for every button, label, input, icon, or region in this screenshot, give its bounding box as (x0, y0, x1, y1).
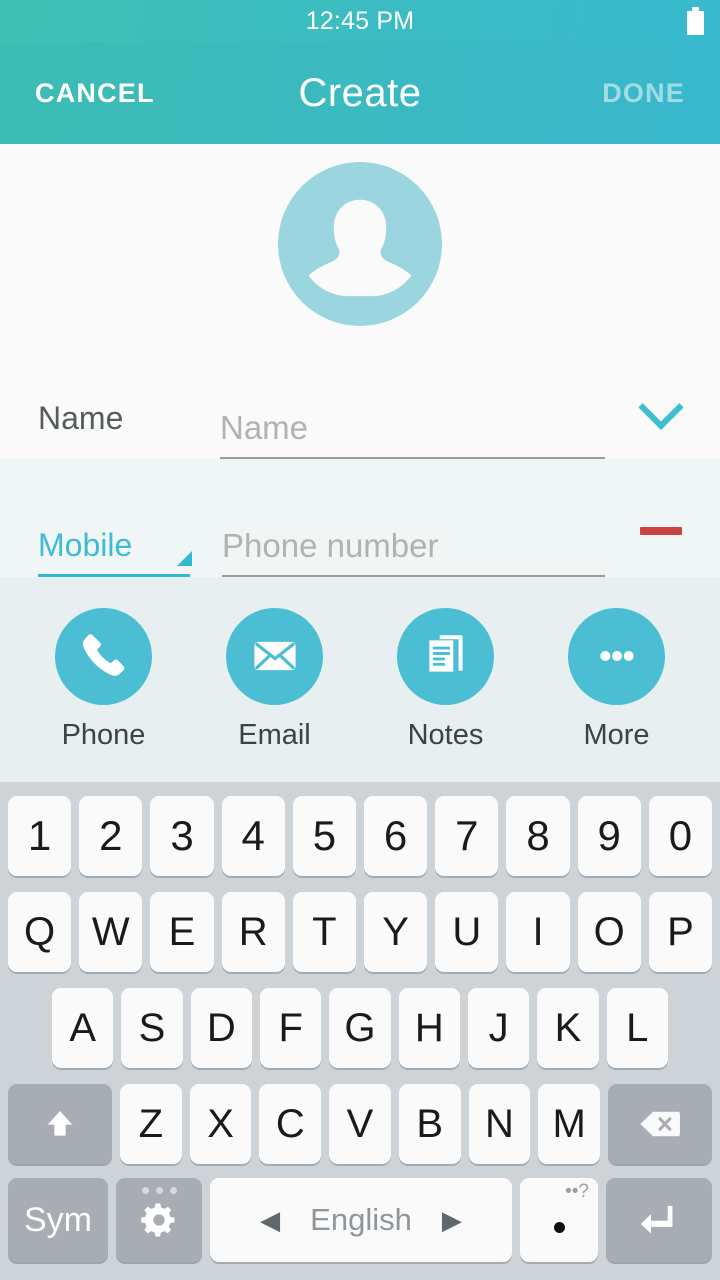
key-i[interactable]: I (506, 892, 570, 972)
quick-action-email-label: Email (238, 718, 311, 751)
status-bar: 12:45 PM (0, 0, 720, 42)
name-input[interactable] (220, 409, 605, 447)
backspace-icon (640, 1111, 680, 1137)
minus-icon (640, 527, 682, 535)
quick-action-phone-circle (55, 607, 152, 705)
key-shift[interactable] (7, 1084, 112, 1164)
shift-up-arrow-icon (47, 1111, 73, 1136)
key-x[interactable]: X (189, 1084, 252, 1164)
key-j[interactable]: J (467, 988, 530, 1068)
phone-remove-button[interactable] (634, 511, 688, 551)
quick-action-email-circle (226, 607, 323, 705)
key-7[interactable]: 7 (435, 796, 499, 876)
enter-return-icon (640, 1205, 673, 1234)
key-u[interactable]: U (435, 892, 499, 972)
key-q[interactable]: Q (7, 892, 72, 972)
key-9[interactable]: 9 (577, 796, 641, 876)
key-s[interactable]: S (121, 988, 183, 1068)
ellipsis-icon (599, 651, 634, 661)
app-bar: CANCEL Create DONE (0, 42, 720, 144)
quick-action-phone-label: Phone (61, 718, 146, 751)
key-v[interactable]: V (329, 1084, 391, 1164)
battery-full-icon (687, 7, 704, 35)
key-n[interactable]: N (468, 1084, 531, 1164)
keyboard-row-qwerty: Q W E R T Y U I O P (0, 884, 720, 980)
cancel-button[interactable]: CANCEL (21, 68, 169, 119)
name-field-row: Name (0, 344, 720, 459)
key-settings[interactable] (116, 1178, 202, 1262)
quick-action-more-label: More (583, 718, 650, 751)
quick-action-phone[interactable]: Phone (28, 607, 180, 752)
quick-action-notes-circle (397, 607, 494, 705)
key-0[interactable]: 0 (648, 796, 713, 876)
done-button[interactable]: DONE (588, 68, 699, 119)
key-a[interactable]: A (52, 988, 114, 1068)
triangle-right-icon[interactable]: ▶ (442, 1205, 462, 1236)
key-enter[interactable] (606, 1178, 712, 1262)
key-y[interactable]: Y (364, 892, 428, 972)
period-key-hint: ••? (565, 1181, 589, 1202)
key-8[interactable]: 8 (506, 796, 570, 876)
period-key-dot (553, 1221, 565, 1233)
key-r[interactable]: R (221, 892, 285, 972)
key-backspace[interactable] (608, 1084, 713, 1164)
keyboard-row-asdf: A S D F G H J K L (0, 980, 720, 1076)
space-language-label: English (310, 1202, 412, 1237)
quick-action-email[interactable]: Email (199, 607, 351, 752)
key-p[interactable]: P (648, 892, 713, 972)
status-bar-time: 12:45 PM (305, 6, 415, 35)
key-e[interactable]: E (150, 892, 214, 972)
chevron-down-icon (638, 384, 684, 430)
quick-action-notes-label: Notes (407, 718, 484, 751)
key-m[interactable]: M (538, 1084, 601, 1164)
key-d[interactable]: D (190, 988, 252, 1068)
quick-action-more[interactable]: More (541, 607, 693, 752)
quick-action-more-circle (568, 607, 665, 705)
name-input-wrap (220, 409, 605, 459)
key-h[interactable]: H (398, 988, 460, 1068)
settings-key-dots (116, 1187, 202, 1194)
key-c[interactable]: C (259, 1084, 322, 1164)
phone-type-selector[interactable]: Mobile (38, 527, 192, 577)
key-6[interactable]: 6 (364, 796, 428, 876)
key-k[interactable]: K (537, 988, 599, 1068)
keyboard-row-numbers: 1 2 3 4 5 6 7 8 9 0 (0, 788, 720, 884)
key-3[interactable]: 3 (150, 796, 214, 876)
keyboard-row-zxcv: Z X C V B N M (0, 1076, 720, 1172)
key-4[interactable]: 4 (221, 796, 285, 876)
key-w[interactable]: W (79, 892, 143, 972)
envelope-icon (253, 641, 296, 671)
on-screen-keyboard: 1 2 3 4 5 6 7 8 9 0 Q W E R T Y U I O P … (0, 782, 720, 1280)
key-space[interactable]: ◀ English ▶ (210, 1178, 512, 1262)
key-period[interactable]: ••? (520, 1178, 598, 1262)
key-o[interactable]: O (577, 892, 641, 972)
name-expand-button[interactable] (634, 384, 688, 433)
key-l[interactable]: L (606, 988, 668, 1068)
key-symbols[interactable]: Sym (8, 1178, 108, 1262)
key-f[interactable]: F (260, 988, 322, 1068)
keyboard-row-bottom: Sym ◀ English ▶ ••? (0, 1172, 720, 1268)
avatar-section (0, 144, 720, 344)
name-field-label: Name (38, 400, 124, 436)
phone-field-row: Mobile (0, 459, 720, 577)
phone-icon (82, 634, 124, 676)
key-b[interactable]: B (398, 1084, 461, 1164)
gear-icon (141, 1203, 175, 1237)
key-5[interactable]: 5 (292, 796, 356, 876)
dropdown-caret-icon (177, 551, 192, 566)
phone-type-label: Mobile (38, 527, 133, 563)
key-t[interactable]: T (292, 892, 356, 972)
key-1[interactable]: 1 (7, 796, 72, 876)
phone-input-wrap (222, 527, 605, 577)
contact-avatar-placeholder-icon[interactable] (278, 162, 442, 326)
quick-action-notes[interactable]: Notes (370, 607, 522, 752)
quick-actions-bar: Phone Email Notes More (0, 577, 720, 782)
phone-input[interactable] (222, 527, 605, 565)
key-z[interactable]: Z (119, 1084, 182, 1164)
triangle-left-icon[interactable]: ◀ (260, 1205, 280, 1236)
contact-create-screen: 12:45 PM CANCEL Create DONE Name Name Mo… (0, 0, 720, 1280)
key-g[interactable]: G (329, 988, 391, 1068)
key-2[interactable]: 2 (79, 796, 143, 876)
notes-icon (428, 635, 463, 672)
